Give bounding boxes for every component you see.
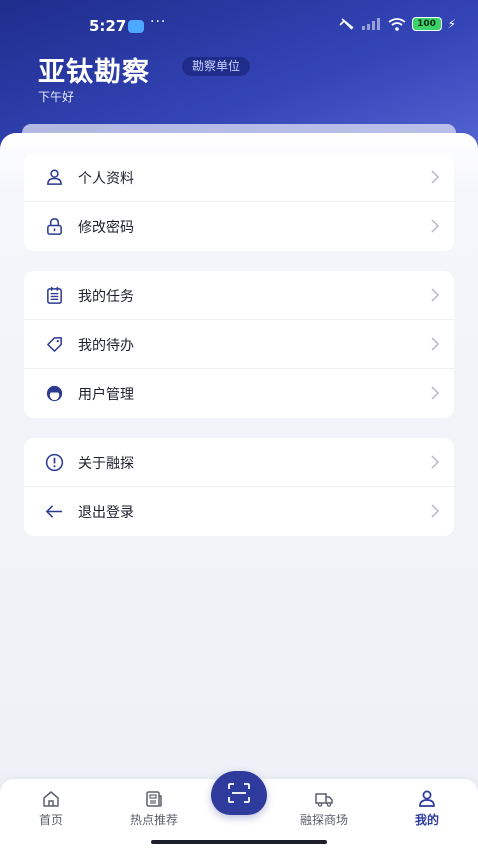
menu-item-user-management[interactable]: 用户管理: [24, 369, 454, 418]
menu-item-about[interactable]: 关于融探: [24, 438, 454, 487]
unit-badge: 勘察单位: [182, 57, 251, 76]
menu-item-label: 个人资料: [78, 171, 134, 187]
menu-item-change-password[interactable]: 修改密码: [24, 202, 454, 251]
more-notifications: ···: [150, 14, 167, 30]
info-circle-icon: [45, 453, 64, 472]
person-icon: [47, 169, 62, 185]
chevron-right-icon: [431, 337, 440, 351]
tab-label: 我的: [414, 813, 439, 827]
scan-icon: [228, 783, 250, 803]
menu-item-my-tasks[interactable]: 我的任务: [24, 271, 454, 320]
task-card: 我的任务 我的待办 用户管理: [24, 271, 454, 418]
scan-button[interactable]: [211, 771, 267, 815]
person-icon: [419, 790, 435, 807]
charging-icon: ⚡: [447, 17, 456, 31]
battery-icon: 100: [411, 17, 442, 31]
tab-label: 首页: [38, 813, 63, 827]
status-bar: 5:27 ··· 100 ⚡: [0, 14, 478, 38]
chevron-right-icon: [431, 504, 440, 518]
tab-hot-recommend[interactable]: 热点推荐: [114, 789, 194, 828]
menu-item-label: 用户管理: [78, 387, 134, 403]
menu-item-logout[interactable]: 退出登录: [24, 487, 454, 536]
menu-item-label: 关于融探: [78, 456, 134, 472]
tab-label: 热点推荐: [129, 813, 178, 827]
arrow-left-icon: [45, 505, 63, 518]
chevron-right-icon: [431, 219, 440, 233]
system-card: 关于融探 退出登录: [24, 438, 454, 536]
chevron-right-icon: [431, 455, 440, 469]
tag-icon: [47, 337, 62, 352]
truck-icon: [315, 793, 333, 807]
menu-item-label: 退出登录: [78, 505, 134, 521]
profile-card: 个人资料 修改密码: [24, 153, 454, 251]
status-time: 5:27: [89, 17, 127, 35]
chevron-right-icon: [431, 386, 440, 400]
tab-mall[interactable]: 融探商场: [284, 789, 364, 828]
tab-label: 融探商场: [299, 813, 348, 827]
menu-item-label: 我的任务: [78, 289, 134, 305]
wifi-icon: [388, 17, 406, 31]
menu-item-label: 我的待办: [78, 338, 134, 354]
menu-item-profile[interactable]: 个人资料: [24, 153, 454, 202]
user-avatar-icon: [46, 385, 63, 402]
menu-item-label: 修改密码: [78, 220, 134, 236]
greeting-text: 下午好: [38, 90, 75, 104]
home-indicator: [151, 840, 327, 844]
app-title: 亚钛勘察: [38, 57, 150, 88]
news-icon: [146, 791, 162, 807]
chevron-right-icon: [431, 288, 440, 302]
message-icon: [128, 20, 144, 33]
tab-home[interactable]: 首页: [11, 789, 91, 828]
mute-icon: [338, 18, 354, 30]
home-icon: [43, 791, 59, 807]
chevron-right-icon: [431, 170, 440, 184]
signal-icon: [361, 18, 380, 30]
tab-mine[interactable]: 我的: [387, 789, 467, 828]
menu-item-my-todos[interactable]: 我的待办: [24, 320, 454, 369]
status-indicators: 100 ⚡: [338, 17, 456, 31]
task-list-icon: [47, 286, 62, 304]
lock-icon: [47, 218, 62, 235]
